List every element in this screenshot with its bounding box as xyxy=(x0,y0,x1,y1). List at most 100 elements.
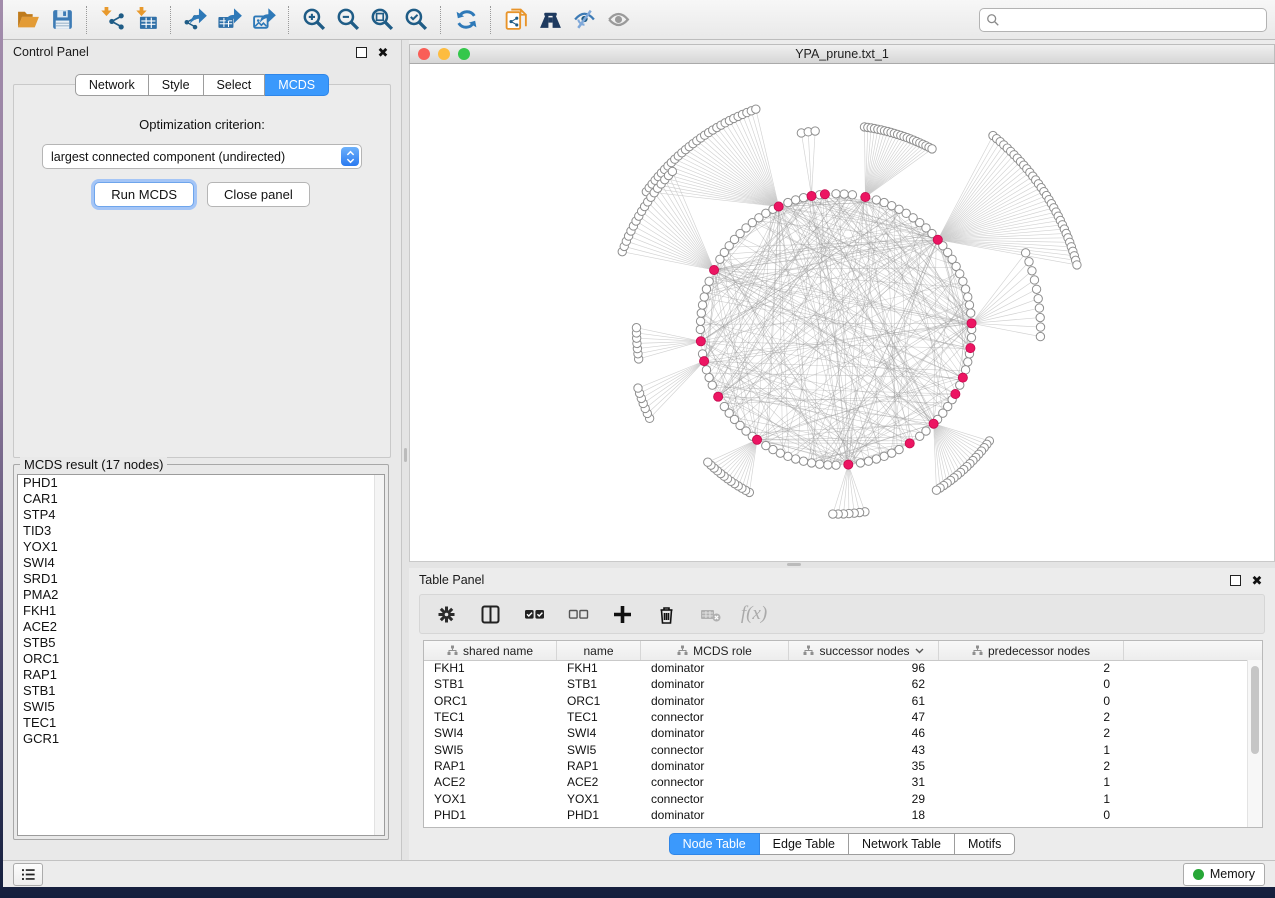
search-input[interactable] xyxy=(1000,12,1260,28)
column-header-MCDS-role[interactable]: MCDS role xyxy=(641,641,789,660)
optimization-select[interactable]: largest connected component (undirected) xyxy=(42,144,362,169)
cell-successor-nodes[interactable]: 43 xyxy=(789,743,939,757)
ring-node[interactable] xyxy=(832,190,840,198)
table-scrollbar-thumb[interactable] xyxy=(1251,666,1259,754)
network-canvas[interactable] xyxy=(409,64,1275,562)
mcds-node-item[interactable]: RAP1 xyxy=(18,667,384,683)
cell-name[interactable]: STB1 xyxy=(557,677,641,691)
zoom-out-button[interactable] xyxy=(331,4,365,36)
mcds-node-item[interactable]: CAR1 xyxy=(18,491,384,507)
cell-MCDS-role[interactable]: connector xyxy=(641,710,789,724)
zoom-selected-button[interactable] xyxy=(399,4,433,36)
leaf-node[interactable] xyxy=(1073,261,1081,269)
zoom-fit-button[interactable] xyxy=(365,4,399,36)
mcds-node-item[interactable]: STB5 xyxy=(18,635,384,651)
cell-name[interactable]: TEC1 xyxy=(557,710,641,724)
zoom-in-button[interactable] xyxy=(297,4,331,36)
cell-successor-nodes[interactable]: 46 xyxy=(789,726,939,740)
leaf-node[interactable] xyxy=(752,105,760,113)
cell-shared-name[interactable]: FKH1 xyxy=(424,661,557,675)
cell-predecessor-nodes[interactable]: 2 xyxy=(939,726,1124,740)
column-header-shared-name[interactable]: shared name xyxy=(424,641,557,660)
leaf-node[interactable] xyxy=(1036,323,1044,331)
mcds-node-item[interactable]: ORC1 xyxy=(18,651,384,667)
ring-node[interactable] xyxy=(762,441,770,449)
cell-MCDS-role[interactable]: connector xyxy=(641,775,789,789)
mcds-node-item[interactable]: FKH1 xyxy=(18,603,384,619)
leaf-node[interactable] xyxy=(1028,267,1036,275)
float-panel-icon[interactable] xyxy=(353,44,369,60)
tab-network-table[interactable]: Network Table xyxy=(849,833,955,855)
cell-MCDS-role[interactable]: dominator xyxy=(641,726,789,740)
ring-node[interactable] xyxy=(964,293,972,301)
ring-node[interactable] xyxy=(799,457,807,465)
mcds-node[interactable] xyxy=(861,192,870,201)
table-row-RAP1[interactable]: RAP1RAP1dominator352 xyxy=(424,758,1248,774)
column-header-successor-nodes[interactable]: successor nodes xyxy=(789,641,939,660)
cell-predecessor-nodes[interactable]: 0 xyxy=(939,694,1124,708)
mcds-node-item[interactable]: PMA2 xyxy=(18,587,384,603)
cell-MCDS-role[interactable]: connector xyxy=(641,743,789,757)
network-graph[interactable] xyxy=(410,64,1274,561)
ring-node[interactable] xyxy=(791,455,799,463)
mcds-node[interactable] xyxy=(752,435,761,444)
ring-node[interactable] xyxy=(848,191,856,199)
cell-predecessor-nodes[interactable]: 0 xyxy=(939,808,1124,822)
cell-MCDS-role[interactable]: dominator xyxy=(641,661,789,675)
leaf-node[interactable] xyxy=(668,167,676,175)
leaf-node[interactable] xyxy=(1036,313,1044,321)
cell-name[interactable]: PHD1 xyxy=(557,808,641,822)
mcds-result-list[interactable]: PHD1CAR1STP4TID3YOX1SWI4SRD1PMA2FKH1ACE2… xyxy=(17,474,385,836)
table-row-STB1[interactable]: STB1STB1dominator620 xyxy=(424,676,1248,692)
mcds-node[interactable] xyxy=(929,419,938,428)
leaf-node[interactable] xyxy=(1030,276,1038,284)
ring-node[interactable] xyxy=(824,461,832,469)
cell-predecessor-nodes[interactable]: 2 xyxy=(939,759,1124,773)
leaf-node[interactable] xyxy=(928,145,936,153)
cell-name[interactable]: ORC1 xyxy=(557,694,641,708)
ring-node[interactable] xyxy=(872,196,880,204)
ring-node[interactable] xyxy=(784,198,792,206)
cell-shared-name[interactable]: YOX1 xyxy=(424,792,557,806)
leaf-node[interactable] xyxy=(829,510,837,518)
ring-node[interactable] xyxy=(698,301,706,309)
gear-button[interactable] xyxy=(434,602,458,626)
column-header-predecessor-nodes[interactable]: predecessor nodes xyxy=(939,641,1124,660)
cell-predecessor-nodes[interactable]: 1 xyxy=(939,792,1124,806)
mcds-node[interactable] xyxy=(714,392,723,401)
leaf-node[interactable] xyxy=(704,458,712,466)
ring-node[interactable] xyxy=(965,301,973,309)
cell-successor-nodes[interactable]: 31 xyxy=(789,775,939,789)
leaf-node[interactable] xyxy=(634,384,642,392)
cell-successor-nodes[interactable]: 62 xyxy=(789,677,939,691)
mcds-node-item[interactable]: STP4 xyxy=(18,507,384,523)
table-row-SWI4[interactable]: SWI4SWI4dominator462 xyxy=(424,725,1248,741)
cell-name[interactable]: SWI4 xyxy=(557,726,641,740)
close-panel-button[interactable]: Close panel xyxy=(207,182,310,207)
ring-node[interactable] xyxy=(959,277,967,285)
open-file-button[interactable] xyxy=(11,4,45,36)
mcds-node[interactable] xyxy=(933,235,942,244)
cell-shared-name[interactable]: ORC1 xyxy=(424,694,557,708)
leaf-node[interactable] xyxy=(1034,294,1042,302)
clone-network-button[interactable] xyxy=(499,4,533,36)
mcds-node-item[interactable]: SWI5 xyxy=(18,699,384,715)
vertical-splitter[interactable] xyxy=(402,40,409,860)
ring-node[interactable] xyxy=(864,457,872,465)
cell-name[interactable]: FKH1 xyxy=(557,661,641,675)
leaf-node[interactable] xyxy=(1025,258,1033,266)
mcds-node-item[interactable]: TEC1 xyxy=(18,715,384,731)
tab-mcds[interactable]: MCDS xyxy=(265,74,329,96)
table-row-FKH1[interactable]: FKH1FKH1dominator962 xyxy=(424,660,1248,676)
cell-successor-nodes[interactable]: 29 xyxy=(789,792,939,806)
table-scrollbar[interactable] xyxy=(1247,660,1262,827)
cell-predecessor-nodes[interactable]: 0 xyxy=(939,677,1124,691)
mcds-node[interactable] xyxy=(967,319,976,328)
table-row-SWI5[interactable]: SWI5SWI5connector431 xyxy=(424,741,1248,757)
cell-name[interactable]: RAP1 xyxy=(557,759,641,773)
ring-node[interactable] xyxy=(880,452,888,460)
ring-node[interactable] xyxy=(696,317,704,325)
ring-node[interactable] xyxy=(967,309,975,317)
mcds-node[interactable] xyxy=(709,265,718,274)
mcds-node-item[interactable]: PHD1 xyxy=(18,475,384,491)
